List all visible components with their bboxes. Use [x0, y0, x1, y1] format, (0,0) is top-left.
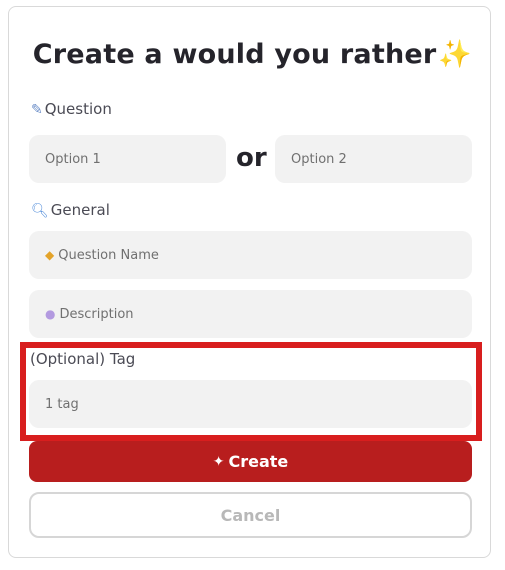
or-separator: or: [236, 143, 267, 173]
cancel-button[interactable]: Cancel: [29, 492, 472, 538]
general-label-text: General: [50, 201, 110, 219]
description-input[interactable]: ● Description: [29, 290, 472, 338]
create-button[interactable]: ✦ Create: [29, 441, 472, 482]
question-name-input[interactable]: ◆ Question Name: [29, 231, 472, 279]
page-title-text: Create a would you rather: [32, 39, 437, 70]
tag-section-label: (Optional) Tag: [30, 350, 136, 368]
cancel-button-label: Cancel: [220, 505, 281, 525]
option-1-placeholder: Option 1: [45, 151, 101, 167]
option-1-input[interactable]: Option 1: [29, 135, 226, 183]
description-placeholder: Description: [59, 306, 134, 322]
tag-input[interactable]: 1 tag: [29, 380, 472, 428]
option-2-placeholder: Option 2: [291, 151, 347, 167]
tag-placeholder: 1 tag: [45, 396, 79, 412]
speech-bubble-icon: ●: [45, 307, 56, 321]
question-section-label: ✎ Question: [31, 100, 112, 118]
create-button-label: Create: [228, 452, 289, 471]
question-name-placeholder: Question Name: [58, 247, 159, 263]
general-section-label: 🔍︎ General: [31, 201, 110, 219]
party-popper-icon: ✦: [212, 453, 225, 470]
pencil-icon: ✎: [31, 102, 43, 118]
magnifier-icon: 🔍︎: [31, 203, 49, 219]
question-label-text: Question: [44, 100, 112, 118]
option-2-input[interactable]: Option 2: [275, 135, 472, 183]
tag-icon: ◆: [45, 248, 55, 262]
sparkles-icon: ✨: [438, 39, 473, 70]
page-title: Create a would you rather✨: [0, 38, 505, 70]
